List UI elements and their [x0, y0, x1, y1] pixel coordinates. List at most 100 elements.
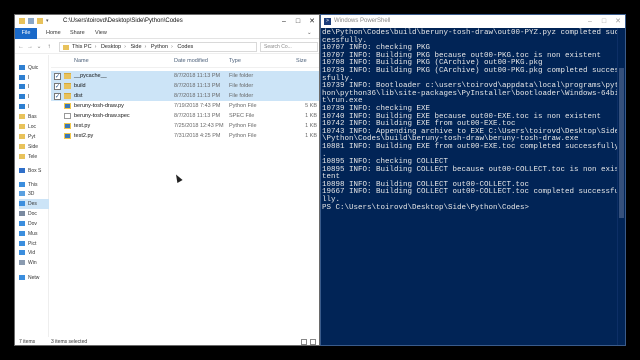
minimize-button[interactable]: –	[583, 15, 597, 28]
file-name: dist	[74, 92, 83, 99]
table-row[interactable]: beruny-tosh-draw.spec 8/7/2018 11:13 PM SP…	[51, 111, 319, 121]
column-header-name[interactable]: Name	[74, 58, 89, 64]
sidebar-item[interactable]: Dov	[19, 219, 49, 229]
table-row[interactable]: test.py 7/25/2018 12:43 PM Python File 1 KB	[51, 121, 319, 131]
sidebar-item[interactable]: Win	[19, 258, 49, 268]
folder-icon	[19, 124, 25, 129]
file-date: 7/19/2018 7:43 PM	[174, 102, 221, 109]
search-input[interactable]: Search Co...	[260, 42, 318, 52]
tab-file[interactable]: File	[15, 28, 37, 39]
sidebar-item-label: Des	[28, 201, 37, 207]
sidebar-item[interactable]: Bas	[19, 112, 49, 122]
tab-home[interactable]: Home	[42, 28, 65, 39]
sidebar-item[interactable]: Quic	[19, 63, 49, 73]
table-row[interactable]: ✓ __pycache__ 8/7/2018 11:13 PM File folder	[51, 71, 319, 81]
folder-icon	[64, 83, 71, 89]
sidebar-item[interactable]: Netw	[19, 273, 49, 283]
address-bar[interactable]: This PC › Desktop › Side › Python › Codes	[59, 42, 257, 52]
file-size: 1 KB	[305, 132, 317, 139]
sidebar-item-label: Dov	[28, 221, 37, 227]
column-header-date[interactable]: Date modified	[174, 58, 208, 64]
large-icons-view-icon[interactable]	[310, 339, 316, 345]
tab-view[interactable]: View	[91, 28, 111, 39]
sidebar-item[interactable]: Loc	[19, 122, 49, 132]
table-row[interactable]: beruny-tosh-draw.py 7/19/2018 7:43 PM Pyth…	[51, 101, 319, 111]
python-file-icon	[64, 103, 71, 109]
column-header-size[interactable]: Size	[296, 58, 307, 64]
breadcrumb-python[interactable]: Python	[151, 44, 168, 50]
sidebar-item[interactable]: Side	[19, 142, 49, 152]
breadcrumb-this-pc[interactable]: This PC	[72, 44, 92, 50]
sidebar-item-label: Tele	[28, 154, 38, 160]
file-type: File folder	[229, 72, 254, 79]
details-view-icon[interactable]	[301, 339, 307, 345]
table-row[interactable]: ✓ build 8/7/2018 11:13 PM File folder	[51, 81, 319, 91]
console-line: 10895 INFO: Building COLLECT because out…	[322, 165, 619, 174]
up-button[interactable]: ↑	[45, 42, 53, 52]
drive-icon	[19, 260, 25, 265]
maximize-button[interactable]: □	[291, 15, 305, 28]
sidebar-item[interactable]: Tele	[19, 152, 49, 162]
sidebar-item[interactable]: Doc	[19, 209, 49, 219]
sidebar-item[interactable]: Mus	[19, 229, 49, 239]
row-checkbox[interactable]: ✓	[54, 82, 61, 90]
box-icon	[19, 168, 25, 173]
close-button[interactable]: ✕	[305, 15, 319, 28]
expand-ribbon-icon[interactable]: ⌄	[303, 28, 316, 39]
sidebar-item-label: Quic	[28, 65, 39, 71]
breadcrumb-side[interactable]: Side	[131, 44, 142, 50]
row-checkbox[interactable]: ✓	[54, 72, 61, 80]
table-row[interactable]: ✓ dist 8/7/2018 11:13 PM File folder	[51, 91, 319, 101]
chevron-down-icon[interactable]: ▾	[46, 18, 52, 24]
column-header-type[interactable]: Type	[229, 58, 241, 64]
folder-icon	[19, 154, 25, 159]
python-file-icon	[64, 123, 71, 129]
back-button[interactable]: ←	[17, 42, 25, 52]
file-type: SPEC File	[229, 112, 255, 119]
pin-icon	[19, 94, 25, 99]
sidebar-item[interactable]: Des	[19, 199, 49, 209]
minimize-button[interactable]: –	[277, 15, 291, 28]
new-folder-icon[interactable]	[37, 18, 43, 24]
sidebar-item[interactable]: I	[19, 82, 49, 92]
explorer-titlebar[interactable]: ▾ C:\Users\toirovd\Desktop\Side\Python\C…	[15, 15, 319, 28]
forward-button[interactable]: →	[26, 42, 34, 52]
file-date: 8/7/2018 11:13 PM	[174, 92, 221, 99]
desktop-icon	[19, 201, 25, 206]
sidebar-item[interactable]: 3D	[19, 189, 49, 199]
star-icon	[19, 65, 25, 70]
breadcrumb-desktop[interactable]: Desktop	[101, 44, 121, 50]
sidebar-item[interactable]: Vid	[19, 248, 49, 258]
network-icon	[19, 275, 25, 280]
maximize-button[interactable]: □	[597, 15, 611, 28]
recent-locations-button[interactable]: ⌄	[35, 42, 43, 52]
sidebar-item-label: Pict	[28, 241, 37, 247]
sidebar-item[interactable]: I	[19, 102, 49, 112]
sidebar-item-label: Box S	[28, 168, 42, 174]
sidebar-item[interactable]: Pyt	[19, 132, 49, 142]
breadcrumb-codes[interactable]: Codes	[177, 44, 193, 50]
properties-icon[interactable]	[28, 18, 34, 24]
window-title: C:\Users\toirovd\Desktop\Side\Python\Cod…	[63, 18, 183, 24]
pin-icon	[19, 75, 25, 80]
video-icon	[19, 250, 25, 255]
file-name: build	[74, 82, 86, 89]
powershell-window: > Windows PowerShell – □ ✕ de\Python\Cod…	[320, 14, 626, 346]
console-output[interactable]: de\Python\Codes\build\beruny-tosh-draw\o…	[321, 28, 619, 345]
sidebar-item[interactable]: Box S	[19, 166, 49, 176]
folder-icon	[64, 73, 71, 79]
console-line: 10881 INFO: Building EXE from out00-EXE.…	[322, 142, 619, 151]
scrollbar-thumb[interactable]	[619, 68, 624, 218]
sidebar-item[interactable]: I	[19, 92, 49, 102]
table-row[interactable]: test2.py 7/31/2018 4:25 PM Python File 1 KB	[51, 131, 319, 141]
close-button[interactable]: ✕	[611, 15, 625, 28]
music-icon	[19, 231, 25, 236]
powershell-titlebar[interactable]: > Windows PowerShell – □ ✕	[321, 15, 625, 28]
scrollbar[interactable]	[617, 28, 625, 345]
tab-share[interactable]: Share	[66, 28, 89, 39]
file-type: File folder	[229, 82, 254, 89]
document-icon	[19, 211, 25, 216]
cube-icon	[19, 191, 25, 196]
row-checkbox[interactable]: ✓	[54, 92, 61, 100]
file-type: Python File	[229, 102, 257, 109]
